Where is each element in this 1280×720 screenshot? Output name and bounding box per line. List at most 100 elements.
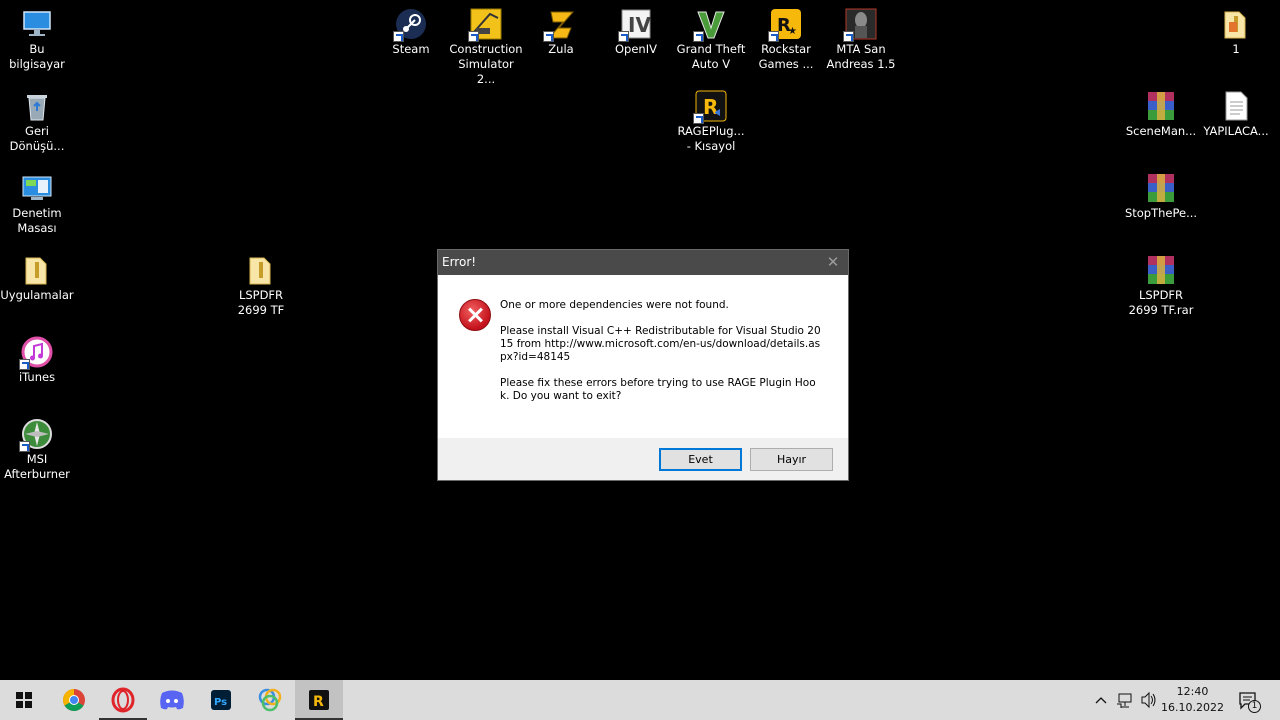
show-hidden-icons-button[interactable] [1092,680,1110,720]
taskbar-app-circles[interactable] [246,680,294,720]
dialog-title: Error! [442,255,477,269]
steam-logo-icon [393,8,427,42]
notification-center-button[interactable]: 1 [1236,680,1261,720]
sceneman-label: SceneMan... [1125,124,1197,138]
music-note-icon [19,336,53,370]
openiv-icon[interactable]: IV OpenIV [599,2,673,57]
rockstar-logo-icon: R ★ [768,8,802,42]
text-file-icon [1220,90,1252,122]
gta5-icon[interactable]: Grand Theft Auto V [674,2,748,72]
monitor-icon [21,8,53,40]
msi-label: MSI Afterburner [4,452,70,481]
desktop: Bu bilgisayar Geri Dönüşü... Denetim Mas… [0,0,1280,680]
this-pc-icon[interactable]: Bu bilgisayar [0,2,74,72]
yapilaca-label: YAPILACA... [1203,124,1269,138]
steam-icon[interactable]: Steam [374,2,448,57]
taskbar-opera[interactable] [99,680,147,720]
apps-label: Uygulamalar [0,288,74,302]
taskbar-photoshop[interactable]: Ps [197,680,245,720]
rage-plugin-logo-icon: R [693,90,727,124]
lspdfr-folder-label: LSPDFR 2699 TF [237,288,285,317]
discord-icon [160,690,184,710]
winrar-archive-icon [1145,254,1177,286]
no-button[interactable]: Hayır [750,448,833,471]
rage-plugin-taskbar-icon: R [309,690,329,710]
msi-afterburner-icon[interactable]: MSI Afterburner [0,412,74,482]
svg-text:R: R [703,95,718,119]
gta-v-logo-icon [693,8,727,42]
rockstar-label: Rockstar Games ... [758,42,814,71]
taskbar-chrome[interactable] [50,680,98,720]
shortcut-arrow-icon [393,31,404,42]
openiv-logo-icon: IV [618,8,652,42]
zula-icon[interactable]: Zula [524,2,598,57]
dialog-titlebar[interactable]: Error! ✕ [438,250,848,275]
shortcut-arrow-icon [543,31,554,42]
recycle-bin-icon[interactable]: Geri Dönüşü... [0,84,74,154]
error-icon [459,299,491,331]
mta-icon[interactable]: MTA San Andreas 1.5 [824,2,898,72]
volume-tray-icon[interactable] [1139,680,1159,720]
shortcut-arrow-icon [843,31,854,42]
folder-zip-icon [245,254,277,286]
rockstar-icon[interactable]: R ★ Rockstar Games ... [749,2,823,72]
lspdfr-folder-icon[interactable]: LSPDFR 2699 TF [224,248,298,318]
yapilaca-icon[interactable]: YAPILACA... [1199,84,1273,139]
folder-1-icon[interactable]: 1 [1199,2,1273,57]
shortcut-arrow-icon [19,441,30,452]
chrome-icon [63,689,85,711]
dialog-button-bar: Evet Hayır [438,438,848,480]
svg-text:R: R [313,694,324,710]
clock-date: 16.10.2022 [1161,701,1224,714]
lspdfr-rar-label: LSPDFR 2699 TF.rar [1128,288,1194,317]
recycle-bin-label: Geri Dönüşü... [9,124,65,153]
afterburner-icon [19,418,53,452]
taskbar-discord[interactable] [148,680,196,720]
control-panel-label: Denetim Masası [12,206,62,235]
folder-zip-icon [1220,8,1252,40]
shortcut-arrow-icon [693,31,704,42]
itunes-icon[interactable]: iTunes [0,330,74,385]
sceneman-icon[interactable]: SceneMan... [1124,84,1198,139]
photoshop-icon: Ps [211,690,231,710]
taskbar-rage-plugin[interactable]: R [295,680,343,720]
error-dialog: Error! ✕ One or more dependencies were n… [437,249,849,481]
speaker-icon [1141,691,1156,709]
winrar-archive-icon [1145,172,1177,204]
rageplugin-label: RAGEPlug... - Kısayol [677,124,745,153]
mta-label: MTA San Andreas 1.5 [826,42,896,71]
trash-icon [21,90,53,122]
crane-icon [468,8,502,42]
yes-button[interactable]: Evet [659,448,742,471]
svg-text:Ps: Ps [214,697,227,708]
taskbar: Ps R 12:40 16.10.2022 1 [0,680,1280,720]
svg-text:IV: IV [628,13,651,37]
control-panel-monitor-icon [21,172,53,204]
close-icon[interactable]: ✕ [818,250,848,275]
shortcut-arrow-icon [768,31,779,42]
rageplugin-icon[interactable]: R RAGEPlug... - Kısayol [674,84,748,154]
steam-label: Steam [392,42,430,56]
system-clock[interactable]: 12:40 16.10.2022 [1161,684,1224,716]
zula-label: Zula [548,42,574,56]
openiv-label: OpenIV [615,42,657,56]
control-panel-icon[interactable]: Denetim Masası [0,166,74,236]
message-line-2: Please install Visual C++ Redistributabl… [500,325,821,363]
message-line-1: One or more dependencies were not found. [500,299,729,311]
folder-zip-icon [21,254,53,286]
circles-app-icon [258,688,282,712]
zula-logo-icon [543,8,577,42]
folder-1-label: 1 [1232,42,1240,56]
shortcut-arrow-icon [618,31,629,42]
svg-text:★: ★ [788,26,797,37]
network-tray-icon[interactable] [1115,680,1135,720]
dialog-body: One or more dependencies were not found.… [438,275,848,438]
construction-label: Construction Simulator 2... [449,42,523,86]
clock-time: 12:40 [1176,685,1209,698]
construction-simulator-icon[interactable]: Construction Simulator 2... [449,2,523,87]
dialog-message: One or more dependencies were not found.… [500,299,824,416]
stopthepe-icon[interactable]: StopThePe... [1124,166,1198,221]
apps-folder-icon[interactable]: Uygulamalar [0,248,74,303]
start-button[interactable] [0,680,48,720]
lspdfr-rar-icon[interactable]: LSPDFR 2699 TF.rar [1124,248,1198,318]
